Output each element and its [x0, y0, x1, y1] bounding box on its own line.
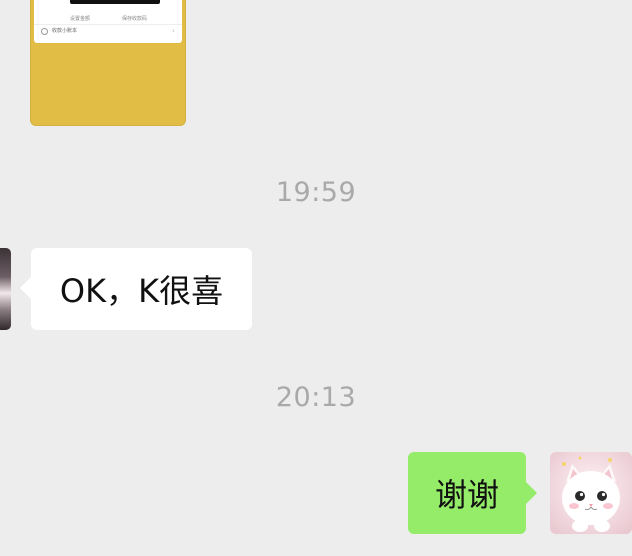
chevron-right-icon: ›	[171, 26, 175, 35]
card-heading-blur	[70, 0, 160, 4]
outgoing-message-text: 谢谢	[434, 476, 499, 514]
sender-avatar[interactable]	[0, 248, 11, 330]
card-divider	[34, 24, 182, 25]
card-footer-label: 收款小账本	[52, 28, 78, 34]
user-avatar[interactable]	[550, 452, 632, 534]
kitten-avatar-icon	[550, 452, 632, 534]
timestamp: 20:13	[275, 382, 357, 413]
card-left-caption: 设置金额	[70, 16, 91, 22]
outgoing-message-bubble[interactable]: 谢谢	[408, 452, 537, 534]
shared-image-card[interactable]: 设置金额 保存收款码 收款小账本 ›	[30, 0, 186, 126]
timestamp: 19:59	[275, 177, 357, 208]
incoming-message-text: OK，K很喜	[59, 272, 224, 310]
ledger-icon	[41, 28, 48, 35]
card-content: 设置金额 保存收款码 收款小账本 ›	[34, 0, 182, 43]
incoming-message-bubble[interactable]: OK，K很喜	[20, 248, 252, 330]
card-right-caption: 保存收款码	[122, 16, 148, 22]
